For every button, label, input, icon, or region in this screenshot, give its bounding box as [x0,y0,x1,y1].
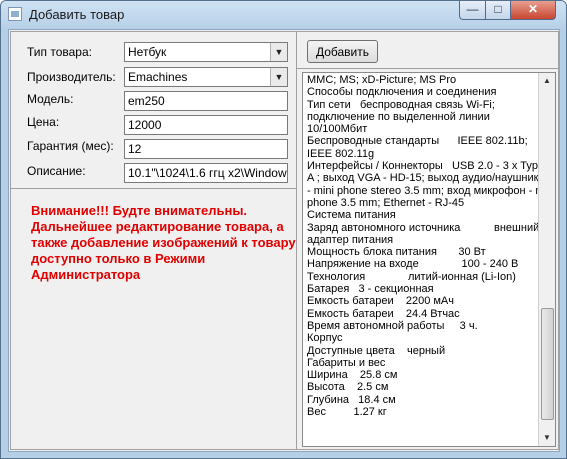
description-line: подключение по выделенной линии [307,110,490,123]
description-line: адаптер питания [307,233,394,246]
description-line: Напряжение на входе 100 - 240 В [307,258,519,271]
description-line: Способы подключения и соединения [307,86,497,99]
description-line: Батарея 3 - секционная [307,283,434,296]
description-line: Вес 1.27 кг [307,406,387,419]
toolbar: Добавить [297,32,558,69]
client-area: Тип товара: Нетбук ▼ Производитель: Emac… [8,29,560,452]
minimize-button[interactable]: — [459,1,486,20]
scroll-thumb[interactable] [541,308,554,420]
maximize-button[interactable]: □ [485,1,511,20]
description-label: Описание: [27,164,86,178]
product-form: Тип товара: Нетбук ▼ Производитель: Emac… [11,32,296,189]
admin-warning-text: Внимание!!! Будте внимательны. Дальнейше… [31,203,296,282]
window-title: Добавить товар [29,7,125,22]
description-line: MMC; MS; xD-Picture; MS Pro [307,74,457,86]
vertical-scrollbar[interactable]: ▲ ▼ [538,73,555,446]
description-line: phone 3.5 mm; Ethernet - RJ-45 [307,196,465,209]
description-line: Корпус [307,332,343,345]
type-value: Нетбук [128,45,167,59]
price-field[interactable]: 12000 [124,115,288,135]
warranty-label: Гарантия (мес): [27,139,114,153]
add-product-window: Добавить товар — □ ✕ Тип товара: Нетбук … [0,0,567,459]
description-line: - mini phone stereo 3.5 mm; вход микрофо… [307,184,556,197]
window-app-icon [8,7,22,21]
description-line: Глубина 18.4 см [307,393,396,406]
description-line: A ; выход VGA - HD-15; выход аудио/наушн… [307,172,545,185]
model-label: Модель: [27,92,74,106]
description-line: Габариты и вес [307,356,386,369]
manufacturer-label: Производитель: [27,70,116,84]
description-field[interactable]: 10.1"\1024\1.6 ггц x2\Windows7 [124,163,288,183]
description-panel: Добавить MMC; MS; xD-Picture; MS Pro Спос… [296,31,559,450]
description-line: Высота 2.5 см [307,381,389,394]
close-button[interactable]: ✕ [510,1,556,20]
type-combobox[interactable]: Нетбук ▼ [124,42,288,62]
model-field[interactable]: em250 [124,91,288,111]
description-line: Интерфейсы / Коннекторы USB 2.0 - 3 x Ty… [307,160,545,173]
description-textarea[interactable]: MMC; MS; xD-Picture; MS Pro Способы подкл… [302,72,556,447]
description-line: 10/100Мбит [307,123,368,136]
scroll-up-icon[interactable]: ▲ [539,73,555,89]
product-form-panel: Тип товара: Нетбук ▼ Производитель: Emac… [10,31,297,450]
description-line: Время автономной работы 3 ч. [307,319,478,332]
warranty-field[interactable]: 12 [124,139,288,159]
description-line: Заряд автономного источника внешний [307,221,540,234]
chevron-down-icon[interactable]: ▼ [270,43,287,61]
description-line: Технология литий-ионная (Li-Ion) [307,270,516,283]
description-line: Ширина 25.8 см [307,369,398,382]
manufacturer-value: Emachines [128,70,188,84]
description-line: Мощность блока питания 30 Вт [307,246,486,259]
description-line: Система питания [307,209,396,222]
description-line: Тип сети беспроводная связь Wi-Fi; [307,98,495,111]
description-line: IEEE 802.11g [307,147,375,160]
add-button[interactable]: Добавить [307,40,378,63]
description-line: Беспроводные стандарты IEEE 802.11b; [307,135,528,148]
price-label: Цена: [27,115,60,129]
type-label: Тип товара: [27,45,92,59]
manufacturer-combobox[interactable]: Emachines ▼ [124,67,288,87]
description-line: Емкость батареи 2200 мАч [307,295,454,308]
chevron-down-icon[interactable]: ▼ [270,68,287,86]
description-line: Доступные цвета черный [307,344,446,357]
description-line: Емкость батареи 24.4 Втчас [307,307,460,320]
scroll-down-icon[interactable]: ▼ [539,430,555,446]
description-text: MMC; MS; xD-Picture; MS Pro Способы подкл… [307,74,556,419]
title-bar[interactable]: Добавить товар — □ ✕ [1,1,566,28]
